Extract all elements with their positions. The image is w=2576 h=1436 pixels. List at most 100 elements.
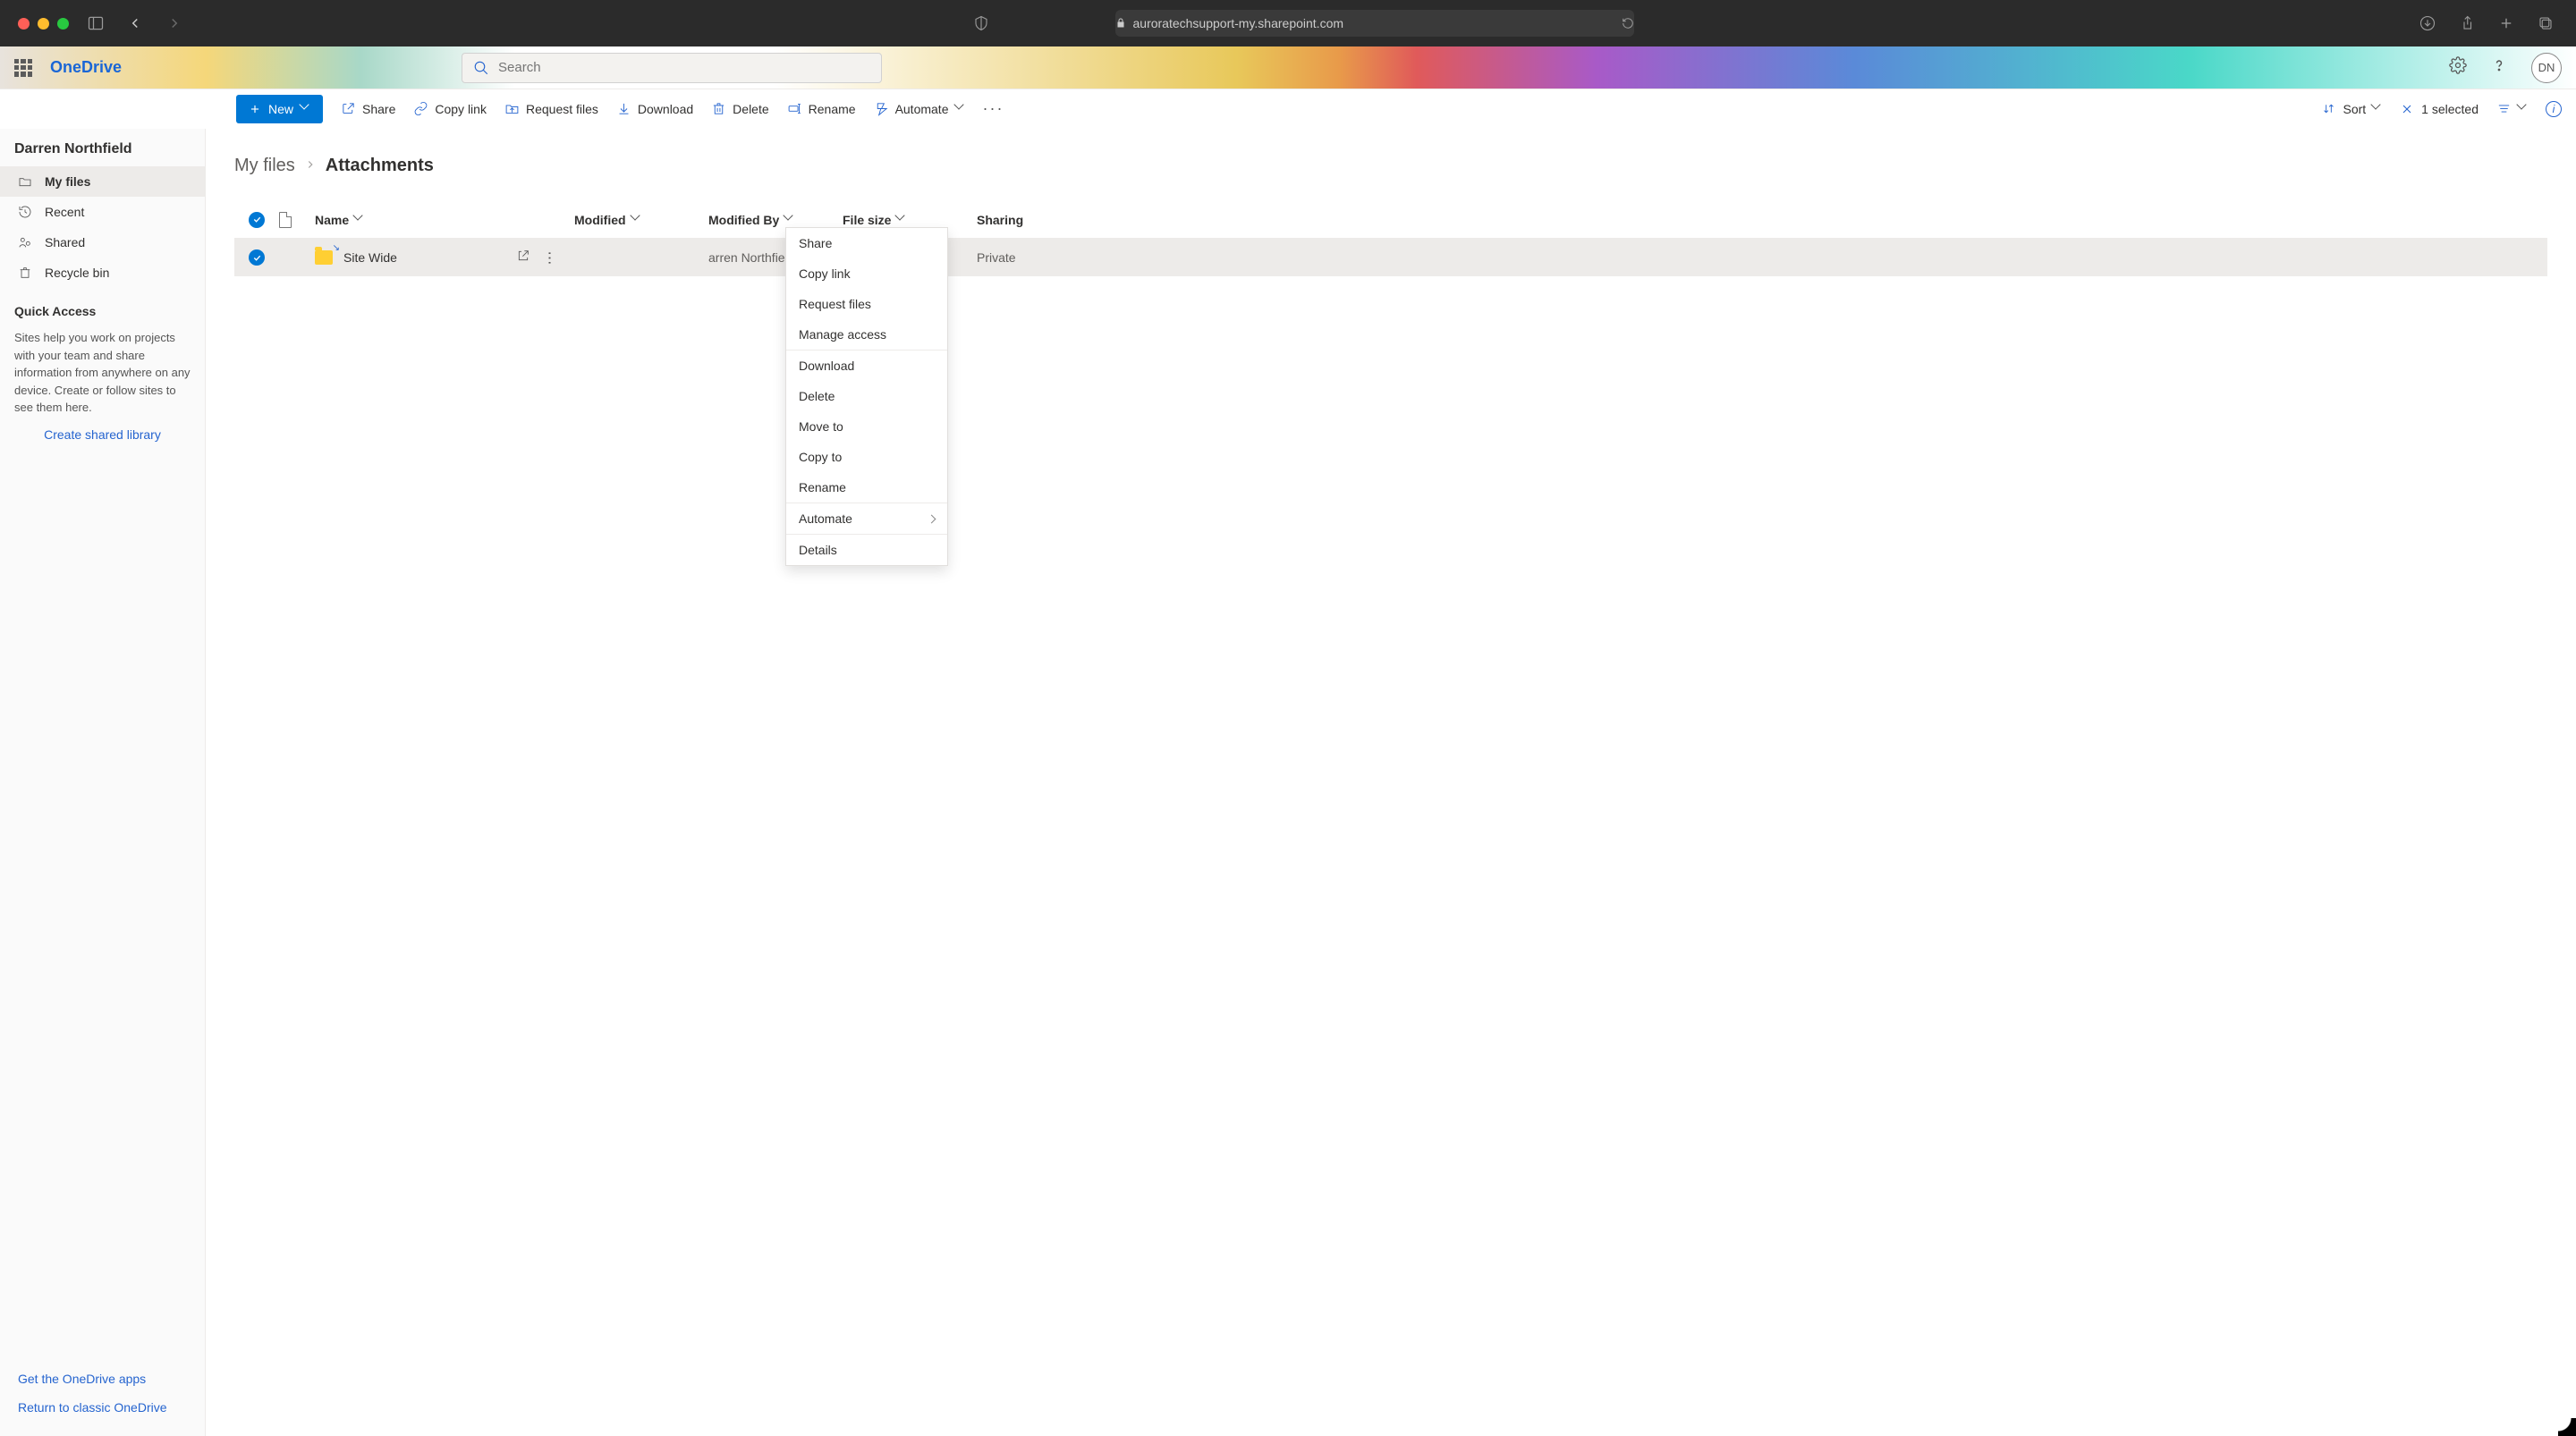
selection-count: 1 selected (2421, 102, 2479, 116)
window-corner (2558, 1418, 2576, 1436)
app-header: OneDrive DN (0, 46, 2576, 89)
app-launcher-icon[interactable] (14, 59, 32, 77)
sidebar-item-shared[interactable]: Shared (0, 227, 205, 258)
ctx-rename[interactable]: Rename (786, 472, 947, 503)
breadcrumb-current: Attachments (326, 156, 434, 176)
tabs-overview-icon[interactable] (2533, 11, 2558, 36)
ctx-copy-to[interactable]: Copy to (786, 442, 947, 472)
chevron-right-icon (928, 516, 935, 522)
sidebar-toggle-icon[interactable] (83, 11, 108, 36)
sidebar: Darren Northfield My files Recent Shared… (0, 129, 206, 1436)
new-tab-icon[interactable] (2494, 11, 2519, 36)
create-shared-library-link[interactable]: Create shared library (0, 420, 205, 449)
search-box[interactable] (462, 53, 882, 83)
ctx-move-to[interactable]: Move to (786, 411, 947, 442)
window-close-button[interactable] (18, 18, 30, 30)
chevron-right-icon (304, 156, 317, 176)
content-area: My files Attachments Name Modified Modif… (206, 129, 2576, 1436)
view-options-button[interactable] (2496, 101, 2528, 116)
return-classic-link[interactable]: Return to classic OneDrive (0, 1393, 205, 1422)
rename-label: Rename (809, 102, 856, 116)
row-share-icon[interactable] (516, 249, 530, 263)
ctx-details[interactable]: Details (786, 535, 947, 565)
sidebar-item-label: Recent (45, 205, 84, 219)
copy-link-label: Copy link (435, 102, 487, 116)
download-button[interactable]: Download (616, 101, 693, 116)
ctx-download[interactable]: Download (786, 351, 947, 381)
column-modified-by[interactable]: Modified By (708, 213, 843, 227)
ctx-delete[interactable]: Delete (786, 381, 947, 411)
request-files-label: Request files (526, 102, 598, 116)
column-name[interactable]: Name (315, 213, 574, 227)
table-header: Name Modified Modified By File size Shar… (234, 201, 2547, 239)
get-onedrive-apps-link[interactable]: Get the OneDrive apps (0, 1364, 205, 1393)
forward-button[interactable] (162, 11, 187, 36)
column-sharing[interactable]: Sharing (977, 213, 1156, 227)
table-row[interactable]: ↘ Site Wide ⋯ arren Northfield 0 items P… (234, 239, 2547, 276)
request-files-button[interactable]: Request files (504, 101, 598, 116)
context-menu: Share Copy link Request files Manage acc… (785, 227, 948, 566)
automate-button[interactable]: Automate (874, 101, 965, 116)
sidebar-item-label: Recycle bin (45, 266, 109, 280)
address-url: auroratechsupport-my.sharepoint.com (1133, 16, 1344, 30)
delete-button[interactable]: Delete (711, 101, 768, 116)
document-icon (279, 212, 292, 228)
address-bar[interactable]: auroratechsupport-my.sharepoint.com (1115, 10, 1634, 37)
delete-label: Delete (733, 102, 768, 116)
sidebar-item-label: My files (45, 174, 90, 189)
new-button[interactable]: New (236, 95, 323, 123)
downloads-icon[interactable] (2415, 11, 2440, 36)
shortcut-badge-icon: ↘ (333, 243, 340, 253)
column-file-size[interactable]: File size (843, 213, 977, 227)
copy-link-button[interactable]: Copy link (413, 101, 487, 116)
item-name[interactable]: Site Wide (343, 250, 397, 265)
ctx-copy-link[interactable]: Copy link (786, 258, 947, 289)
column-modified[interactable]: Modified (574, 213, 708, 227)
quick-access-text: Sites help you work on projects with you… (0, 325, 205, 420)
share-button[interactable]: Share (341, 101, 395, 116)
owner-name: Darren Northfield (0, 129, 205, 166)
new-button-label: New (268, 102, 293, 116)
window-zoom-button[interactable] (57, 18, 69, 30)
search-input[interactable] (498, 60, 870, 75)
share-icon[interactable] (2454, 11, 2479, 36)
details-pane-toggle[interactable]: i (2546, 101, 2562, 117)
privacy-shield-icon[interactable] (969, 11, 994, 36)
brand-label[interactable]: OneDrive (50, 58, 122, 77)
download-label: Download (638, 102, 693, 116)
sort-button[interactable]: Sort (2321, 101, 2382, 116)
sidebar-item-recent[interactable]: Recent (0, 197, 205, 227)
row-checkbox[interactable] (249, 249, 265, 266)
ctx-share[interactable]: Share (786, 228, 947, 258)
row-more-icon[interactable]: ⋯ (541, 251, 559, 265)
sort-label: Sort (2343, 102, 2366, 116)
sidebar-item-recycle-bin[interactable]: Recycle bin (0, 258, 205, 288)
window-minimize-button[interactable] (38, 18, 49, 30)
browser-titlebar: auroratechsupport-my.sharepoint.com (0, 0, 2576, 46)
help-icon[interactable] (2490, 56, 2508, 79)
select-all-checkbox[interactable] (249, 212, 265, 228)
share-label: Share (362, 102, 395, 116)
breadcrumb: My files Attachments (234, 156, 2547, 176)
cell-sharing: Private (977, 250, 1156, 265)
column-type-icon[interactable] (279, 212, 315, 228)
ctx-manage-access[interactable]: Manage access (786, 319, 947, 350)
back-button[interactable] (123, 11, 148, 36)
sidebar-item-my-files[interactable]: My files (0, 166, 205, 197)
sidebar-item-label: Shared (45, 235, 85, 249)
window-controls (18, 18, 69, 30)
account-avatar[interactable]: DN (2531, 53, 2562, 83)
search-icon (473, 60, 489, 76)
reload-icon[interactable] (1622, 17, 1634, 30)
breadcrumb-parent[interactable]: My files (234, 156, 295, 176)
ctx-automate[interactable]: Automate (786, 503, 947, 534)
automate-label: Automate (895, 102, 949, 116)
settings-icon[interactable] (2449, 56, 2467, 79)
selection-summary[interactable]: 1 selected (2400, 102, 2479, 116)
quick-access-heading: Quick Access (0, 288, 205, 325)
rename-button[interactable]: Rename (787, 101, 856, 116)
folder-icon (315, 250, 333, 265)
file-table: Name Modified Modified By File size Shar… (234, 201, 2547, 276)
ctx-request-files[interactable]: Request files (786, 289, 947, 319)
more-commands-button[interactable]: ··· (983, 99, 1004, 118)
